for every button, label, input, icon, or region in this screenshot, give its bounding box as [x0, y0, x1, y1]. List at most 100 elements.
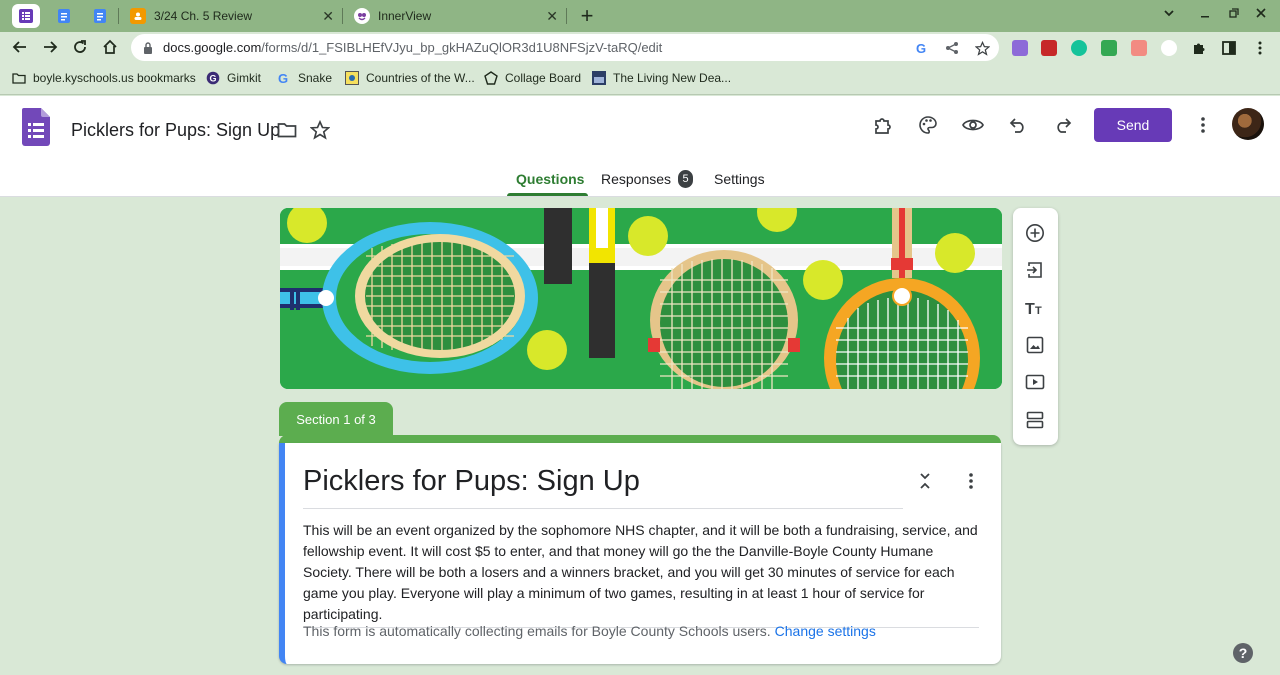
share-icon[interactable]: [943, 39, 961, 57]
add-ons-icon[interactable]: [871, 113, 895, 137]
tab-separator: [566, 8, 567, 24]
extension-book-icon[interactable]: [1041, 40, 1057, 56]
google-lens-icon[interactable]: G: [913, 39, 931, 57]
add-section-icon[interactable]: [1023, 408, 1047, 432]
form-tabs: Questions Responses 5 Settings: [0, 166, 1280, 196]
tab-settings[interactable]: Settings: [714, 171, 765, 187]
help-icon[interactable]: ?: [1233, 643, 1253, 663]
bookmark-label: Gimkit: [227, 71, 261, 85]
bookmark-snake[interactable]: G Snake: [277, 71, 332, 85]
extension-shield-icon[interactable]: [1161, 40, 1177, 56]
new-tab-icon[interactable]: +: [575, 3, 599, 29]
move-to-folder-icon[interactable]: [275, 118, 299, 142]
redo-icon[interactable]: [1051, 113, 1075, 137]
svg-text:G: G: [278, 71, 288, 85]
side-panel-icon[interactable]: [1221, 40, 1237, 56]
url-path: /forms/d/1_FSIBLHEfVJyu_bp_gkHAZuQlOR3d1…: [261, 40, 663, 55]
google-forms-logo[interactable]: [22, 108, 50, 146]
add-video-icon[interactable]: [1023, 370, 1047, 394]
import-questions-icon[interactable]: [1023, 258, 1047, 282]
extension-screencast-icon[interactable]: [1131, 40, 1147, 56]
pinned-tab-forms[interactable]: [12, 4, 40, 28]
bookmark-label: Snake: [298, 71, 333, 85]
home-icon[interactable]: [100, 37, 120, 57]
bookmark-collage-board[interactable]: Collage Board: [484, 71, 581, 85]
forward-arrow-icon[interactable]: [40, 37, 60, 57]
docs-icon: [58, 9, 70, 23]
svg-text:T: T: [1035, 305, 1042, 317]
close-tab-icon[interactable]: ✕: [322, 8, 334, 25]
pinned-tab-docs-1[interactable]: [50, 4, 78, 28]
tab-title: InnerView: [378, 9, 432, 23]
gimkit-icon: G: [206, 71, 220, 85]
tab-separator: [118, 8, 119, 24]
tab-separator: [342, 8, 343, 24]
bookmark-label: boyle.kyschools.us bookmarks: [33, 71, 196, 85]
close-window-icon[interactable]: [1255, 6, 1267, 22]
email-collection-note: This form is automatically collecting em…: [303, 623, 876, 639]
classroom-icon: [130, 8, 146, 24]
question-toolbar: TT: [1013, 208, 1058, 445]
change-settings-link[interactable]: Change settings: [775, 623, 876, 639]
undo-icon[interactable]: [1006, 113, 1030, 137]
tab-questions[interactable]: Questions: [516, 171, 584, 187]
star-icon[interactable]: [308, 118, 332, 142]
browser-menu-icon[interactable]: [1252, 40, 1268, 56]
tab-search-icon[interactable]: [1163, 6, 1175, 22]
svg-text:G: G: [210, 74, 217, 84]
back-arrow-icon[interactable]: [10, 37, 30, 57]
pinned-tab-docs-2[interactable]: [86, 4, 114, 28]
collapse-section-icon[interactable]: [915, 471, 935, 491]
tennis-rackets-illustration: [280, 208, 1002, 389]
more-options-icon[interactable]: [1191, 113, 1215, 137]
bookmark-label: Countries of the W...: [366, 71, 475, 85]
livingnewdeal-icon: [592, 71, 606, 85]
reload-icon[interactable]: [70, 37, 90, 57]
add-image-icon[interactable]: [1023, 333, 1047, 357]
preview-eye-icon[interactable]: [961, 113, 985, 137]
forms-icon: [19, 9, 33, 23]
document-title[interactable]: Picklers for Pups: Sign Up: [71, 120, 280, 141]
section-more-icon[interactable]: [961, 471, 981, 491]
browser-tab-classroom[interactable]: 3/24 Ch. 5 Review ✕: [120, 0, 342, 32]
add-question-icon[interactable]: [1023, 221, 1047, 245]
bookmark-countries[interactable]: Countries of the W...: [345, 71, 475, 85]
bookmark-label: The Living New Dea...: [613, 71, 732, 85]
innerview-icon: [354, 8, 370, 24]
header-image-banner: [280, 208, 1002, 389]
restore-icon[interactable]: [1228, 6, 1240, 22]
url-host: docs.google.com: [163, 40, 262, 55]
add-title-description-icon[interactable]: TT: [1023, 296, 1047, 320]
extension-tm-icon[interactable]: [1012, 40, 1028, 56]
grammarly-icon[interactable]: [1071, 40, 1087, 56]
responses-count-badge: 5: [678, 170, 693, 188]
close-tab-icon[interactable]: ✕: [546, 8, 558, 25]
minimize-icon[interactable]: [1199, 6, 1211, 22]
extension-check-icon[interactable]: [1101, 40, 1117, 56]
form-title-card[interactable]: Picklers for Pups: Sign Up This will be …: [279, 443, 1001, 664]
email-note-text: This form is automatically collecting em…: [303, 623, 771, 639]
customize-theme-icon[interactable]: [916, 113, 940, 137]
bookmark-star-icon[interactable]: [973, 39, 991, 57]
browser-toolbar: docs.google.com/forms/d/1_FSIBLHEfVJyu_b…: [0, 32, 1280, 63]
browser-tab-strip: 3/24 Ch. 5 Review ✕ InnerView ✕ +: [0, 0, 1280, 32]
bookmark-label: Collage Board: [505, 71, 582, 85]
bookmark-living-new-deal[interactable]: The Living New Dea...: [592, 71, 731, 85]
extensions-puzzle-icon[interactable]: [1191, 40, 1207, 56]
browser-tab-innerview[interactable]: InnerView ✕: [344, 0, 566, 32]
collegeboard-icon: [484, 71, 498, 85]
send-button[interactable]: Send: [1094, 108, 1172, 142]
bookmark-folder[interactable]: boyle.kyschools.us bookmarks: [12, 71, 196, 85]
bookmarks-bar: boyle.kyschools.us bookmarks G Gimkit G …: [0, 63, 1280, 95]
form-title[interactable]: Picklers for Pups: Sign Up: [303, 465, 903, 509]
lock-icon[interactable]: [143, 41, 153, 59]
svg-text:G: G: [916, 41, 926, 55]
url-text: docs.google.com/forms/d/1_FSIBLHEfVJyu_b…: [163, 40, 662, 55]
countries-icon: [345, 71, 359, 85]
google-icon: G: [277, 71, 291, 85]
address-bar[interactable]: docs.google.com/forms/d/1_FSIBLHEfVJyu_b…: [131, 34, 999, 61]
tab-responses[interactable]: Responses: [601, 171, 671, 187]
form-description[interactable]: This will be an event organized by the s…: [303, 520, 979, 628]
account-avatar[interactable]: [1232, 108, 1264, 140]
bookmark-gimkit[interactable]: G Gimkit: [206, 71, 261, 85]
